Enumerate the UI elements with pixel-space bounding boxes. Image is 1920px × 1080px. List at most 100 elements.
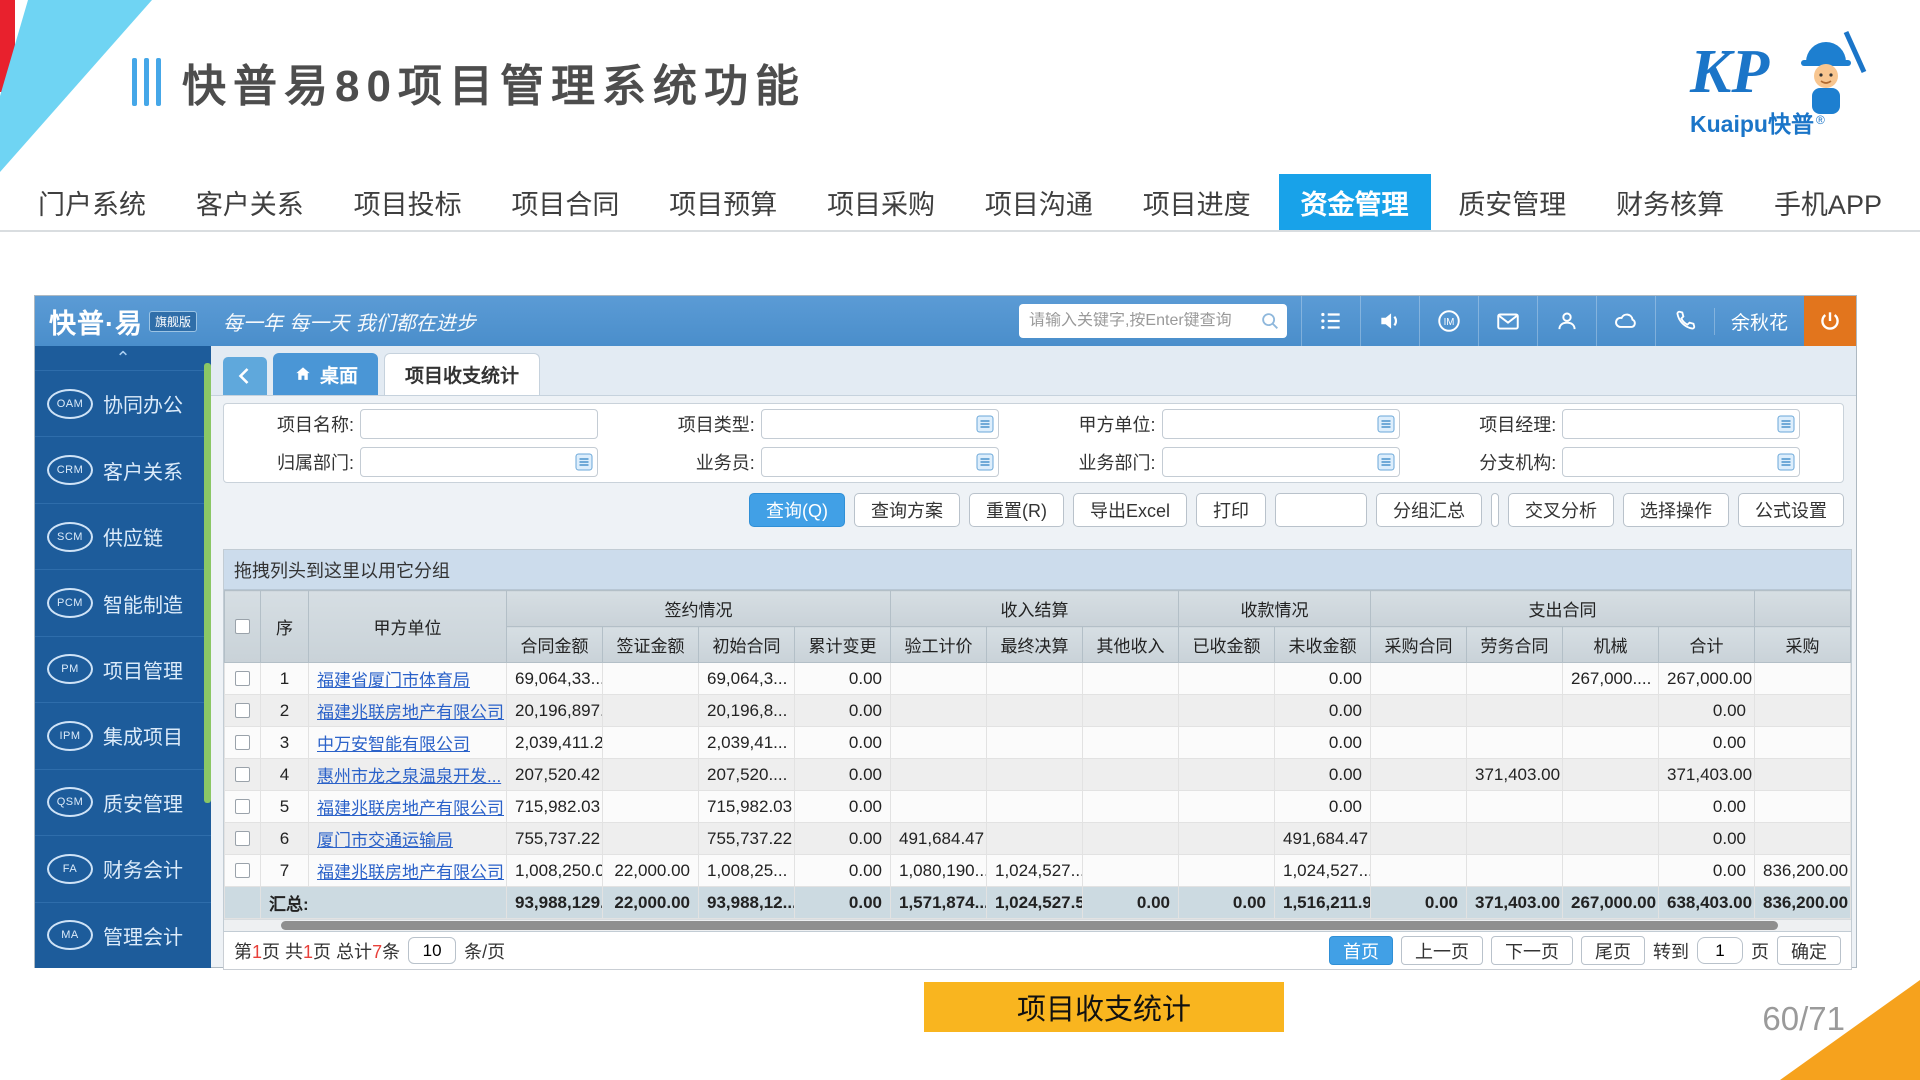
nav-tab-10[interactable]: 质安管理 (1436, 174, 1588, 230)
reset-button[interactable]: 重置(R) (969, 493, 1064, 527)
nav-tab-11[interactable]: 财务核算 (1594, 174, 1746, 230)
sidebar-item-fa[interactable]: FA财务会计 (35, 835, 211, 901)
group-by-bar[interactable]: 拖拽列头到这里以用它分组 (224, 550, 1851, 590)
filter-input-branch[interactable] (1562, 447, 1800, 477)
phone-icon[interactable] (1655, 296, 1714, 346)
col-header-1[interactable]: 合同金额 (507, 627, 603, 663)
list-picker-icon[interactable] (1776, 414, 1796, 434)
row-checkbox[interactable] (235, 703, 250, 718)
nav-tab-6[interactable]: 项目采购 (805, 174, 957, 230)
col-header-7[interactable]: 其他收入 (1083, 627, 1179, 663)
sidebar-item-pm[interactable]: PM项目管理 (35, 636, 211, 702)
company-link[interactable]: 惠州市龙之泉温泉开发... (317, 767, 501, 786)
nav-tab-12[interactable]: 手机APP (1752, 174, 1904, 230)
tab-project-income-expense[interactable]: 项目收支统计 (384, 353, 540, 395)
blank-button[interactable] (1275, 493, 1367, 527)
company-link[interactable]: 福建省厦门市体育局 (317, 671, 470, 690)
company-link[interactable]: 福建兆联房地产有限公司 (317, 863, 504, 882)
sidebar-item-scm[interactable]: SCM供应链 (35, 503, 211, 569)
cross-analysis-button[interactable]: 交叉分析 (1508, 493, 1614, 527)
filter-input-business-dept[interactable] (1162, 447, 1400, 477)
row-checkbox[interactable] (235, 831, 250, 846)
sidebar-scrollbar[interactable] (204, 363, 211, 803)
row-checkbox[interactable] (235, 671, 250, 686)
global-search-input[interactable] (1029, 312, 1259, 330)
page-size-input[interactable] (408, 937, 456, 964)
col-header-8[interactable]: 已收金额 (1179, 627, 1275, 663)
nav-tab-4[interactable]: 项目合同 (489, 174, 641, 230)
col-header-11[interactable]: 劳务合同 (1467, 627, 1563, 663)
query-plan-button[interactable]: 查询方案 (854, 493, 960, 527)
mail-icon[interactable] (1478, 296, 1537, 346)
formula-settings-button[interactable]: 公式设置 (1738, 493, 1844, 527)
filter-input-project-manager[interactable] (1562, 409, 1800, 439)
nav-tab-7[interactable]: 项目沟通 (963, 174, 1115, 230)
sidebar-item-pcm[interactable]: PCM智能制造 (35, 569, 211, 635)
export-excel-button[interactable]: 导出Excel (1073, 493, 1187, 527)
list-picker-icon[interactable] (1376, 414, 1396, 434)
im-icon[interactable]: IM (1419, 296, 1478, 346)
col-header-9[interactable]: 未收金额 (1275, 627, 1371, 663)
col-header-4[interactable]: 累计变更 (795, 627, 891, 663)
menu-icon[interactable] (1301, 296, 1360, 346)
sidebar-collapse-icon[interactable]: ⌃ (35, 346, 211, 370)
query-button[interactable]: 查询(Q) (749, 493, 845, 527)
company-link[interactable]: 福建兆联房地产有限公司 (317, 799, 504, 818)
sidebar-item-crm[interactable]: CRM客户关系 (35, 436, 211, 502)
list-picker-icon[interactable] (1776, 452, 1796, 472)
nav-tab-1[interactable]: 门户系统 (16, 174, 168, 230)
sidebar-item-ma[interactable]: MA管理会计 (35, 902, 211, 968)
prev-page-button[interactable]: 上一页 (1401, 936, 1483, 965)
power-button[interactable] (1804, 296, 1856, 346)
company-link[interactable]: 中万安智能有限公司 (317, 735, 470, 754)
company-link[interactable]: 福建兆联房地产有限公司 (317, 703, 504, 722)
group-summary-button[interactable]: 分组汇总 (1376, 493, 1482, 527)
col-header-6[interactable]: 最终决算 (987, 627, 1083, 663)
row-checkbox[interactable] (235, 863, 250, 878)
nav-tab-2[interactable]: 客户关系 (174, 174, 326, 230)
col-header-seq[interactable]: 序 (261, 591, 309, 663)
next-page-button[interactable]: 下一页 (1491, 936, 1573, 965)
search-icon[interactable] (1259, 310, 1281, 332)
company-link[interactable]: 厦门市交通运输局 (317, 831, 453, 850)
filter-input-salesperson[interactable] (761, 447, 999, 477)
col-header-13[interactable]: 合计 (1659, 627, 1755, 663)
sidebar-item-qsm[interactable]: QSM质安管理 (35, 769, 211, 835)
filter-input-client-unit[interactable] (1162, 409, 1400, 439)
col-header-10[interactable]: 采购合同 (1371, 627, 1467, 663)
horizontal-scrollbar-thumb[interactable] (281, 921, 1778, 930)
filter-input-department[interactable] (360, 447, 598, 477)
print-button[interactable]: 打印 (1196, 493, 1266, 527)
nav-tab-5[interactable]: 项目预算 (647, 174, 799, 230)
col-header-12[interactable]: 机械 (1563, 627, 1659, 663)
back-button[interactable] (223, 357, 267, 395)
col-header-company[interactable]: 甲方单位 (309, 591, 507, 663)
user-name[interactable]: 余秋花 (1714, 308, 1804, 335)
filter-input-project-type[interactable] (761, 409, 999, 439)
sidebar-item-ipm[interactable]: IPM集成项目 (35, 702, 211, 768)
contact-icon[interactable] (1537, 296, 1596, 346)
goto-page-input[interactable] (1697, 937, 1743, 964)
row-checkbox[interactable] (235, 735, 250, 750)
row-checkbox[interactable] (235, 767, 250, 782)
col-header-5[interactable]: 验工计价 (891, 627, 987, 663)
list-picker-icon[interactable] (574, 452, 594, 472)
confirm-button[interactable]: 确定 (1777, 936, 1841, 965)
col-header-2[interactable]: 签证金额 (603, 627, 699, 663)
nav-tab-8[interactable]: 项目进度 (1121, 174, 1273, 230)
last-page-button[interactable]: 尾页 (1581, 936, 1645, 965)
col-header-14[interactable]: 采购 (1755, 627, 1851, 663)
first-page-button[interactable]: 首页 (1329, 936, 1393, 965)
tab-desktop[interactable]: 桌面 (273, 353, 378, 395)
list-picker-icon[interactable] (975, 414, 995, 434)
cloud-icon[interactable] (1596, 296, 1655, 346)
sidebar-item-oam[interactable]: OAM协同办公 (35, 370, 211, 436)
list-picker-icon[interactable] (975, 452, 995, 472)
filter-input-project-name[interactable] (360, 409, 598, 439)
col-header-3[interactable]: 初始合同 (699, 627, 795, 663)
row-checkbox[interactable] (235, 799, 250, 814)
speaker-icon[interactable] (1360, 296, 1419, 346)
select-operation-button[interactable]: 选择操作 (1623, 493, 1729, 527)
select-all-checkbox[interactable] (235, 619, 250, 634)
list-picker-icon[interactable] (1376, 452, 1396, 472)
